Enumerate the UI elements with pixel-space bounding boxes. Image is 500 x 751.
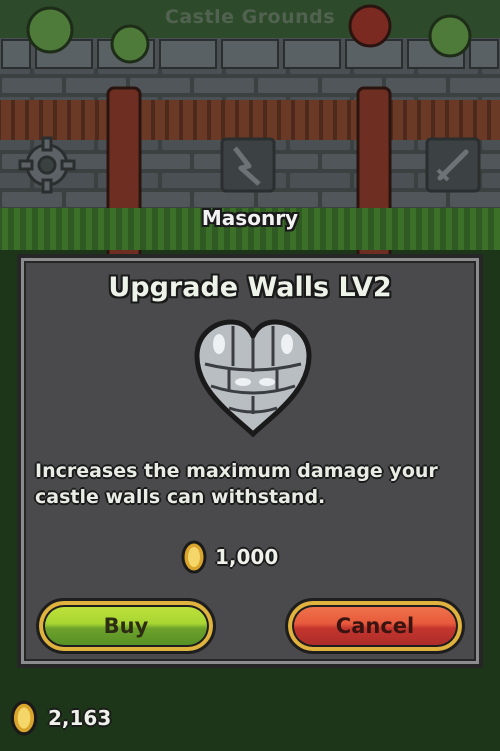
lightning-icon[interactable]: [219, 136, 277, 194]
stone-heart-icon: [194, 319, 312, 438]
upgrade-description: Increases the maximum damage your castle…: [35, 460, 438, 508]
section-label: Masonry: [201, 206, 299, 230]
dialog-title: Upgrade Walls LV2: [108, 272, 392, 303]
sword-icon[interactable]: [424, 136, 482, 194]
buy-button[interactable]: Buy: [36, 598, 216, 654]
gear-icon[interactable]: [18, 136, 76, 194]
price-row: 1,000: [181, 540, 278, 574]
gold-balance: 2,163: [10, 700, 111, 736]
cancel-button[interactable]: Cancel: [285, 598, 465, 654]
screen-title: Castle Grounds: [164, 6, 336, 28]
buy-button-label: Buy: [103, 614, 149, 638]
price-value: 1,000: [215, 545, 279, 569]
cancel-button-label: Cancel: [335, 614, 415, 638]
coin-icon: [10, 700, 38, 736]
upgrade-dialog: Upgrade Walls LV2 Increases the maximum …: [17, 254, 483, 668]
gold-amount: 2,163: [48, 706, 112, 730]
coin-icon: [181, 540, 207, 574]
